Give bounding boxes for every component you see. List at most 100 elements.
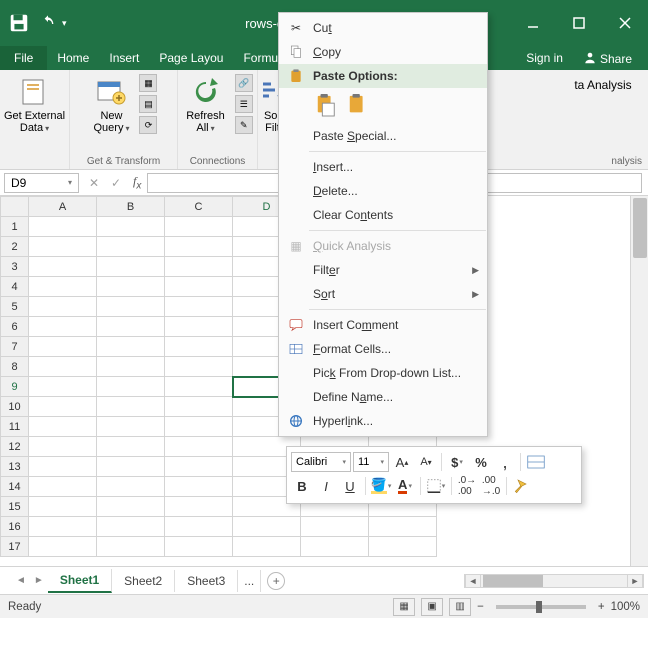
sheet-tab-1[interactable]: Sheet1 — [48, 569, 112, 593]
cell-D16[interactable] — [233, 517, 301, 537]
save-icon[interactable] — [8, 12, 30, 34]
cell-C5[interactable] — [165, 297, 233, 317]
share-button[interactable]: Share — [575, 51, 640, 66]
comma-format-button[interactable]: , — [494, 451, 516, 473]
cell-C7[interactable] — [165, 337, 233, 357]
paste-option-all[interactable] — [313, 90, 339, 120]
fill-color-button[interactable]: 🪣▾ — [370, 475, 392, 497]
menu-pick-from-list[interactable]: Pick From Drop-down List... — [279, 361, 487, 385]
cell-C17[interactable] — [165, 537, 233, 557]
menu-delete[interactable]: Delete... — [279, 179, 487, 203]
increase-decimal-button[interactable]: .0→.00 — [456, 475, 478, 497]
cell-D17[interactable] — [233, 537, 301, 557]
cell-B2[interactable] — [97, 237, 165, 257]
cell-C13[interactable] — [165, 457, 233, 477]
menu-hyperlink[interactable]: Hyperlink... — [279, 409, 487, 433]
decrease-font-button[interactable]: A▾ — [415, 451, 437, 473]
page-break-view-button[interactable]: ▥ — [449, 598, 471, 616]
cell-B14[interactable] — [97, 477, 165, 497]
tab-page-layout[interactable]: Page Layou — [149, 46, 233, 70]
get-external-data-button[interactable]: Get External Data — [0, 74, 69, 137]
format-painter-button[interactable] — [511, 475, 533, 497]
tab-scroll-left-icon[interactable]: ◄ — [12, 575, 30, 586]
menu-copy[interactable]: Copy — [279, 40, 487, 64]
cell-A1[interactable] — [29, 217, 97, 237]
row-header-9[interactable]: 9 — [1, 377, 29, 397]
row-header-3[interactable]: 3 — [1, 257, 29, 277]
cell-A4[interactable] — [29, 277, 97, 297]
menu-clear-contents[interactable]: Clear Contents — [279, 203, 487, 227]
cell-B13[interactable] — [97, 457, 165, 477]
vertical-scrollbar[interactable] — [630, 196, 648, 566]
sheet-tab-more[interactable]: ... — [238, 570, 261, 592]
cell-B1[interactable] — [97, 217, 165, 237]
menu-paste-special[interactable]: Paste Special... — [279, 124, 487, 148]
new-sheet-button[interactable]: + — [267, 572, 285, 590]
name-box[interactable]: D9▾ — [4, 173, 79, 193]
cell-C3[interactable] — [165, 257, 233, 277]
col-header-A[interactable]: A — [29, 197, 97, 217]
edit-links-icon[interactable]: ✎ — [235, 116, 253, 134]
increase-font-button[interactable]: A▴ — [391, 451, 413, 473]
cell-B5[interactable] — [97, 297, 165, 317]
cell-B8[interactable] — [97, 357, 165, 377]
cell-H17[interactable] — [301, 537, 369, 557]
cell-A11[interactable] — [29, 417, 97, 437]
cell-B17[interactable] — [97, 537, 165, 557]
cell-A15[interactable] — [29, 497, 97, 517]
font-color-button[interactable]: A▾ — [394, 475, 416, 497]
menu-define-name[interactable]: Define Name... — [279, 385, 487, 409]
row-header-2[interactable]: 2 — [1, 237, 29, 257]
cell-I16[interactable] — [369, 517, 437, 537]
undo-icon[interactable] — [40, 14, 56, 33]
row-header-12[interactable]: 12 — [1, 437, 29, 457]
borders-button[interactable]: ▾ — [425, 475, 447, 497]
properties-icon[interactable]: ☰ — [235, 95, 253, 113]
font-family-select[interactable]: Calibri▾ — [291, 452, 351, 472]
cell-C16[interactable] — [165, 517, 233, 537]
recent-sources-icon[interactable]: ⟳ — [139, 116, 157, 134]
cell-B16[interactable] — [97, 517, 165, 537]
show-queries-icon[interactable]: ▦ — [139, 74, 157, 92]
sheet-tab-2[interactable]: Sheet2 — [112, 570, 175, 592]
zoom-level[interactable]: 100% — [611, 601, 640, 613]
cell-C8[interactable] — [165, 357, 233, 377]
cell-C6[interactable] — [165, 317, 233, 337]
row-header-10[interactable]: 10 — [1, 397, 29, 417]
cell-A13[interactable] — [29, 457, 97, 477]
cell-I17[interactable] — [369, 537, 437, 557]
menu-filter[interactable]: Filter▶ — [279, 258, 487, 282]
zoom-in-button[interactable]: + — [598, 601, 605, 613]
qa-dropdown-icon[interactable]: ▾ — [62, 18, 67, 29]
row-header-16[interactable]: 16 — [1, 517, 29, 537]
cell-C12[interactable] — [165, 437, 233, 457]
cell-B9[interactable] — [97, 377, 165, 397]
select-all-corner[interactable] — [1, 197, 29, 217]
cell-A7[interactable] — [29, 337, 97, 357]
cell-C14[interactable] — [165, 477, 233, 497]
cell-B11[interactable] — [97, 417, 165, 437]
row-header-15[interactable]: 15 — [1, 497, 29, 517]
zoom-slider[interactable] — [496, 605, 586, 609]
row-header-1[interactable]: 1 — [1, 217, 29, 237]
row-header-17[interactable]: 17 — [1, 537, 29, 557]
cell-B7[interactable] — [97, 337, 165, 357]
menu-insert[interactable]: Insert... — [279, 155, 487, 179]
italic-button[interactable]: I — [315, 475, 337, 497]
maximize-button[interactable] — [556, 0, 602, 46]
cell-A6[interactable] — [29, 317, 97, 337]
decrease-decimal-button[interactable]: .00→.0 — [480, 475, 502, 497]
tab-scroll-right-icon[interactable]: ► — [30, 575, 48, 586]
cell-A17[interactable] — [29, 537, 97, 557]
normal-view-button[interactable]: ▦ — [393, 598, 415, 616]
minimize-button[interactable] — [510, 0, 556, 46]
sign-in-button[interactable]: Sign in — [518, 51, 571, 66]
tab-insert[interactable]: Insert — [99, 46, 149, 70]
cell-C10[interactable] — [165, 397, 233, 417]
tab-home[interactable]: Home — [47, 46, 99, 70]
menu-sort[interactable]: Sort▶ — [279, 282, 487, 306]
cell-A16[interactable] — [29, 517, 97, 537]
bold-button[interactable]: B — [291, 475, 313, 497]
row-header-4[interactable]: 4 — [1, 277, 29, 297]
cell-B4[interactable] — [97, 277, 165, 297]
